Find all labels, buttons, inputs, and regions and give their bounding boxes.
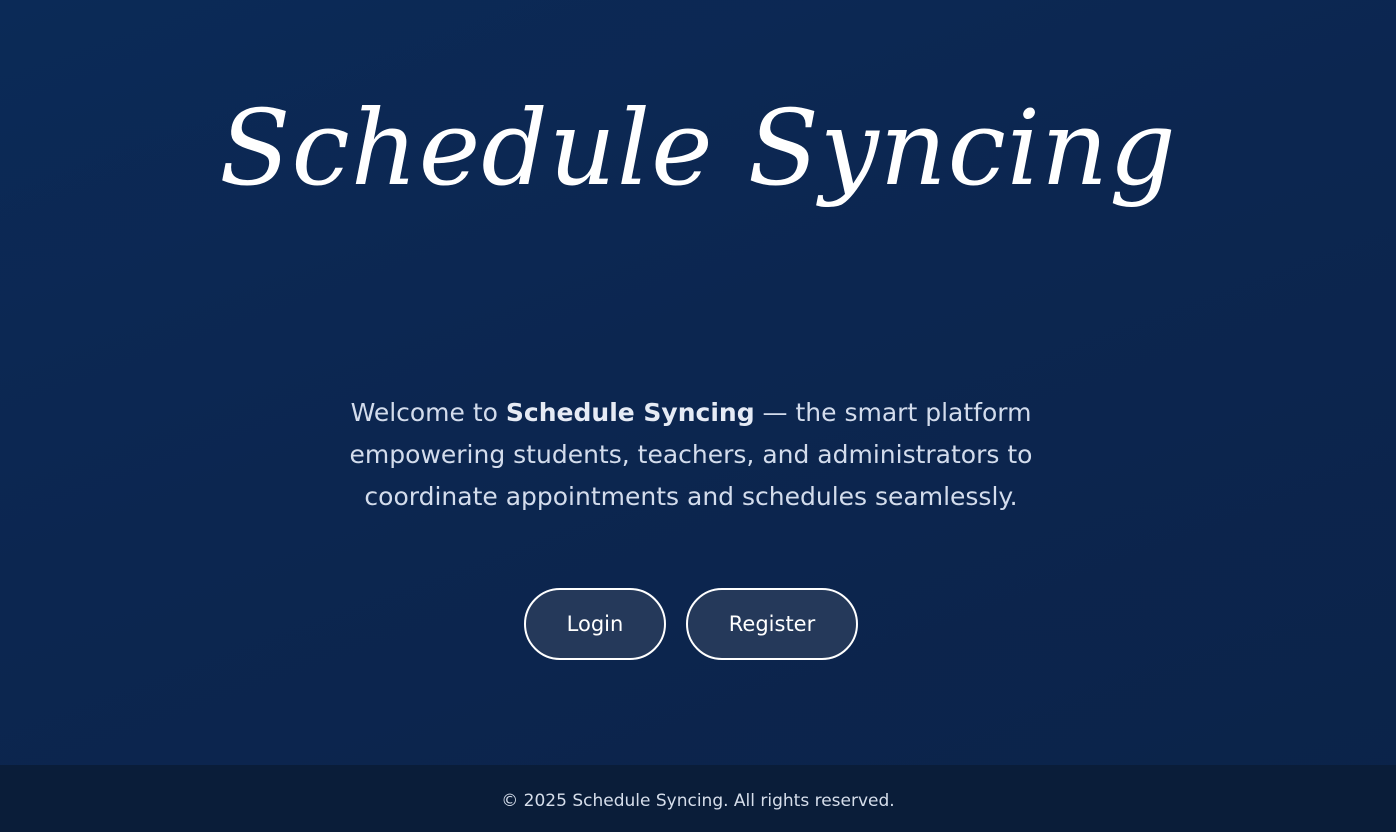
footer: © 2025 Schedule Syncing. All rights rese… [0, 765, 1396, 832]
brand-title: Schedule Syncing [219, 87, 1177, 209]
register-button[interactable]: Register [686, 588, 858, 660]
login-button[interactable]: Login [524, 588, 666, 660]
welcome-brand-name: Schedule Syncing [505, 398, 755, 427]
copyright-text: © 2025 Schedule Syncing. All rights rese… [501, 791, 895, 811]
hero-section: Schedule Syncing Welcome to Schedule Syn… [0, 0, 1396, 765]
welcome-message: Welcome to Schedule Syncing — the smart … [318, 392, 1064, 518]
welcome-prefix: Welcome to [350, 398, 506, 427]
